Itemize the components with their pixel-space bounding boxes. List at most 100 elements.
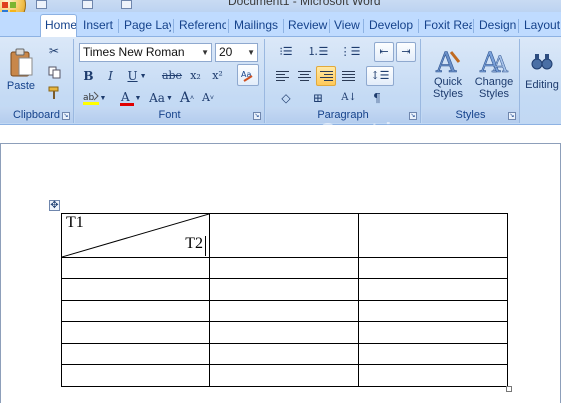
table-cell[interactable]: [61, 278, 210, 301]
align-right-button[interactable]: [316, 66, 336, 86]
font-family-select[interactable]: Times New Roman ▼: [79, 43, 212, 62]
copy-icon: [48, 66, 60, 78]
format-painter-button[interactable]: [44, 84, 64, 102]
table-cell[interactable]: [358, 213, 508, 258]
scissors-icon: ✂: [48, 44, 60, 58]
clipboard-group: Paste ✂ Clipboard ↘: [0, 39, 74, 123]
multilevel-list-button[interactable]: ⋮☰: [336, 42, 364, 62]
tab-mailings[interactable]: Mailings: [230, 15, 281, 37]
undo-icon[interactable]: [82, 0, 93, 9]
italic-button[interactable]: I: [101, 66, 120, 86]
shrink-font-icon: A: [201, 91, 210, 104]
shading-button[interactable]: ◇: [272, 88, 300, 108]
align-left-button[interactable]: [272, 66, 292, 86]
shrink-font-button[interactable]: A ˅: [199, 88, 217, 108]
clipboard-launcher-icon[interactable]: ↘: [62, 112, 70, 120]
table-cell[interactable]: [209, 300, 359, 322]
table-cell[interactable]: [61, 257, 210, 279]
table-cell[interactable]: [358, 364, 508, 387]
underline-button[interactable]: U ▼: [123, 66, 151, 86]
font-color-button[interactable]: A ▼: [115, 88, 145, 108]
sort-button[interactable]: A↓: [338, 88, 360, 108]
chevron-down-icon: ▼: [247, 48, 255, 57]
show-hide-button[interactable]: ¶: [366, 88, 388, 108]
bold-button[interactable]: B: [79, 66, 98, 86]
table-cell[interactable]: [61, 300, 210, 322]
table-cell[interactable]: [209, 343, 359, 365]
table-cell-diagonal[interactable]: T1 T2: [61, 213, 210, 258]
window-title: Document1 - Microsoft Word: [228, 0, 381, 8]
table-row: [61, 300, 508, 322]
table[interactable]: T1 T2: [61, 213, 508, 387]
table-cell[interactable]: [61, 343, 210, 365]
quick-styles-icon: A: [435, 46, 461, 76]
font-launcher-icon[interactable]: ↘: [253, 112, 261, 120]
font-group: Times New Roman ▼ 20 ▼ B I U ▼ abe x₂ x²…: [75, 39, 265, 123]
font-size-select[interactable]: 20 ▼: [215, 43, 258, 62]
align-center-button[interactable]: [294, 66, 314, 86]
paintbrush-icon: [48, 86, 59, 99]
tab-page-layout[interactable]: Page Lay: [120, 15, 171, 37]
table-cell[interactable]: [209, 278, 359, 301]
tab-foxit-reader[interactable]: Foxit Rea: [420, 15, 472, 37]
styles-launcher-icon[interactable]: ↘: [508, 112, 516, 120]
quick-styles-label-2: Styles: [433, 88, 463, 100]
cut-button[interactable]: ✂: [44, 42, 64, 60]
table-cell[interactable]: [358, 257, 508, 279]
tab-design[interactable]: Design: [475, 15, 517, 37]
grow-font-button[interactable]: A ˄: [178, 88, 196, 108]
table-cell[interactable]: [61, 321, 210, 344]
save-icon[interactable]: [36, 0, 47, 9]
superscript-button[interactable]: x²: [208, 66, 227, 86]
chevron-down-icon: ▼: [99, 94, 107, 102]
office-button[interactable]: [0, 0, 26, 12]
tab-insert[interactable]: Insert: [79, 15, 117, 37]
customize-qat-icon[interactable]: [121, 0, 132, 9]
numbering-icon: ⒈☰: [307, 45, 329, 58]
table-cell[interactable]: [209, 364, 359, 387]
decrease-indent-button[interactable]: ⇤: [374, 42, 394, 62]
table-cell[interactable]: [358, 278, 508, 301]
editing-button[interactable]: Editing: [523, 41, 561, 101]
table-cell[interactable]: [358, 343, 508, 365]
clear-formatting-button[interactable]: Aa: [237, 64, 259, 86]
justify-button[interactable]: [338, 66, 358, 86]
table-resize-handle[interactable]: [506, 386, 512, 392]
line-spacing-button[interactable]: ↕☰: [366, 66, 394, 86]
highlight-button[interactable]: ab ▼: [78, 88, 110, 108]
tab-review[interactable]: Review: [284, 15, 328, 37]
ribbon: Paste ✂ Clipboard ↘ Times New Roman ▼ 20: [0, 37, 561, 142]
binoculars-icon: [531, 54, 553, 70]
copy-button[interactable]: [44, 63, 64, 81]
change-styles-button[interactable]: A A Change Styles: [472, 41, 516, 105]
italic-icon: I: [108, 69, 113, 83]
change-styles-label-1: Change: [474, 76, 514, 88]
table-cell[interactable]: [61, 364, 210, 387]
table-cell[interactable]: [209, 213, 359, 258]
tab-layout[interactable]: Layout: [520, 15, 561, 37]
styles-group: A Quick Styles A A Change Styles Styles …: [422, 39, 520, 123]
numbering-button[interactable]: ⒈☰: [304, 42, 332, 62]
tab-view[interactable]: View: [330, 15, 362, 37]
table-cell[interactable]: [209, 321, 359, 344]
subscript-button[interactable]: x₂: [186, 66, 205, 86]
paragraph-launcher-icon[interactable]: ↘: [409, 112, 417, 120]
bullets-button[interactable]: ⁝☰: [272, 42, 300, 62]
text-caret: [205, 236, 206, 256]
change-case-button[interactable]: Aa ▼: [148, 88, 174, 108]
table-row: [61, 343, 508, 365]
strikethrough-button[interactable]: abe: [160, 66, 184, 86]
borders-button[interactable]: ⊞: [304, 88, 332, 108]
table-cell[interactable]: [358, 321, 508, 344]
table-cell[interactable]: [358, 300, 508, 322]
quick-styles-button[interactable]: A Quick Styles: [426, 41, 470, 105]
tab-home[interactable]: Home: [40, 14, 77, 38]
increase-indent-button[interactable]: ⇥: [396, 42, 416, 62]
align-right-icon: [320, 71, 333, 83]
tab-references[interactable]: Referenc: [175, 15, 226, 37]
paste-button[interactable]: Paste: [3, 41, 39, 99]
table-cell[interactable]: [209, 257, 359, 279]
tab-developer[interactable]: Develop: [365, 15, 417, 37]
table-move-handle-icon[interactable]: ✥: [49, 200, 60, 211]
bullets-icon: ⁝☰: [279, 45, 293, 58]
